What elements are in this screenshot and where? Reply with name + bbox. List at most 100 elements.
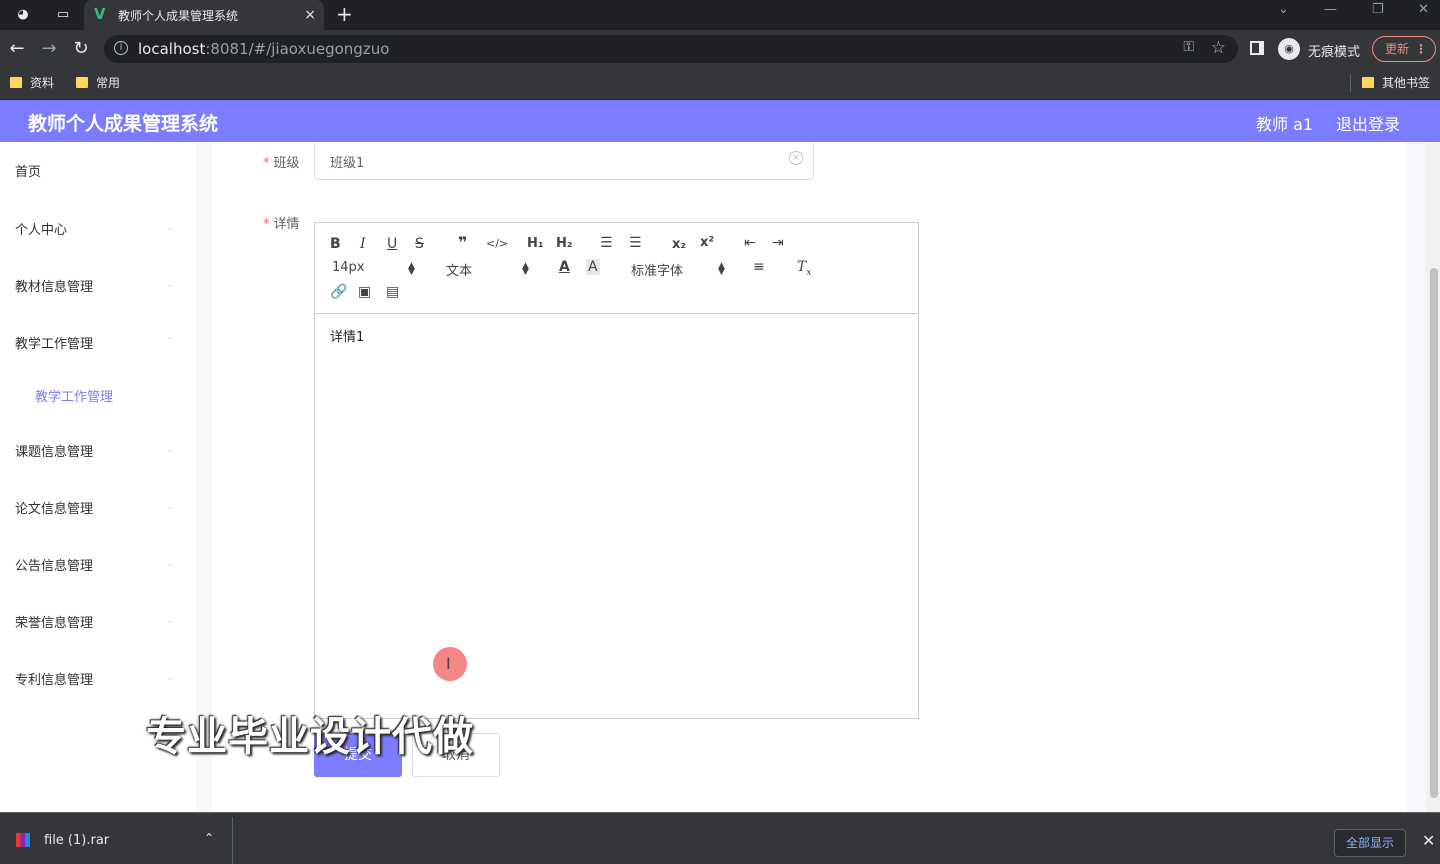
- rich-text-editor: B I U S ❞ </> H₁ H₂ ☰ ☰ x₂ x² ⇤ ⇥ 14px ▲…: [314, 222, 919, 719]
- select-caret-icon: ▲ ▼: [718, 261, 725, 277]
- update-label: 更新: [1385, 42, 1410, 56]
- editor-toolbar: B I U S ❞ </> H₁ H₂ ☰ ☰ x₂ x² ⇤ ⇥ 14px ▲…: [315, 223, 918, 314]
- select-caret-icon: ▲ ▼: [408, 261, 415, 277]
- folder-icon: [76, 77, 88, 88]
- vue-logo-icon: V: [94, 5, 106, 23]
- underline-icon[interactable]: U: [387, 236, 397, 252]
- text-color-icon[interactable]: A: [559, 259, 570, 275]
- chevron-down-icon: ⌄: [166, 279, 175, 290]
- forward-arrow-icon[interactable]: →: [38, 38, 60, 60]
- chevron-up-icon[interactable]: ⌃: [204, 831, 214, 845]
- download-file-name[interactable]: file (1).rar: [44, 833, 109, 848]
- new-tab-button[interactable]: +: [336, 3, 353, 25]
- back-arrow-icon[interactable]: ←: [6, 38, 28, 60]
- minimize-icon[interactable]: —: [1324, 2, 1337, 17]
- side-panel-icon[interactable]: [1250, 41, 1264, 55]
- tab-title: 教师个人成果管理系统: [118, 9, 239, 23]
- align-icon[interactable]: ≡: [753, 259, 765, 275]
- font-size-select[interactable]: 14px: [332, 260, 365, 275]
- bookmark-folder[interactable]: 常用: [76, 74, 120, 91]
- font-family-select[interactable]: 标准字体: [631, 260, 683, 279]
- folder-icon: [1362, 77, 1374, 88]
- bookmarks-bar: 资料 常用 其他书签: [0, 68, 1440, 100]
- user-name: 教师 a1: [1256, 115, 1314, 134]
- sidebar-item-project[interactable]: 课题信息管理: [15, 441, 93, 460]
- tab-search-icon[interactable]: ▭: [52, 5, 74, 25]
- indent-icon[interactable]: ⇥: [772, 235, 784, 251]
- text-cursor-icon: I: [446, 654, 451, 673]
- incognito-icon: ◉: [1278, 38, 1300, 60]
- clear-icon[interactable]: ×: [789, 151, 803, 165]
- blockquote-icon[interactable]: ❞: [458, 235, 467, 251]
- italic-icon[interactable]: I: [360, 236, 366, 252]
- chevron-up-icon: ⌃: [166, 336, 175, 347]
- chevron-down-icon: ⌄: [166, 672, 175, 683]
- tab-close-icon[interactable]: ×: [304, 6, 316, 24]
- class-input[interactable]: 班级1 ×: [314, 142, 814, 180]
- superscript-icon[interactable]: x²: [700, 235, 714, 251]
- bullet-list-icon[interactable]: ☰: [629, 235, 642, 251]
- sidebar-item-honor[interactable]: 荣誉信息管理: [15, 612, 93, 631]
- reload-icon[interactable]: ↻: [70, 38, 92, 60]
- chevron-down-icon: ⌄: [166, 501, 175, 512]
- subscript-icon[interactable]: x₂: [672, 237, 686, 253]
- close-icon[interactable]: ✕: [1422, 831, 1435, 850]
- mouse-cursor-indicator: I: [433, 647, 467, 681]
- heading-1-icon[interactable]: H₁: [527, 236, 544, 252]
- scrollbar-thumb[interactable]: [1430, 268, 1438, 798]
- outdent-icon[interactable]: ⇤: [744, 235, 756, 251]
- show-all-button[interactable]: 全部显示: [1334, 829, 1406, 857]
- sidebar-subitem-teaching[interactable]: 教学工作管理: [35, 386, 113, 405]
- sidebar-item-profile[interactable]: 个人中心: [15, 219, 67, 238]
- class-label: * 班级: [263, 156, 300, 171]
- password-key-icon[interactable]: ⚿: [1183, 39, 1194, 55]
- video-icon[interactable]: ▤: [386, 284, 399, 300]
- update-button[interactable]: 更新 ⋮: [1372, 36, 1436, 62]
- sidebar-item-textbook[interactable]: 教材信息管理: [15, 276, 93, 295]
- bookmark-folder[interactable]: 资料: [10, 74, 54, 91]
- browser-tab[interactable]: V 教师个人成果管理系统 ×: [84, 0, 324, 30]
- window-close-icon[interactable]: ✕: [1418, 2, 1429, 17]
- rar-file-icon: [16, 833, 30, 847]
- bookmarks-divider: [1350, 74, 1351, 92]
- background-color-icon[interactable]: A: [586, 259, 600, 275]
- strikethrough-icon[interactable]: S: [415, 236, 424, 252]
- block-type-select[interactable]: 文本: [446, 260, 472, 279]
- watermark-overlay: 专业毕业设计代做: [146, 714, 474, 760]
- sidebar-item-patent[interactable]: 专利信息管理: [15, 669, 93, 688]
- bookmark-star-icon[interactable]: ☆: [1211, 38, 1226, 58]
- select-caret-icon: ▲ ▼: [522, 261, 529, 277]
- sidebar-item-teaching[interactable]: 教学工作管理: [15, 333, 93, 352]
- folder-icon: [10, 77, 22, 88]
- app-title: 教师个人成果管理系统: [28, 113, 219, 135]
- sidebar-item-paper[interactable]: 论文信息管理: [15, 498, 93, 517]
- editor-content[interactable]: 详情1: [330, 326, 364, 345]
- clear-format-icon[interactable]: Tx: [797, 259, 811, 281]
- download-bar: file (1).rar ⌃ 全部显示 ✕: [0, 812, 1440, 864]
- chevron-down-icon: ⌄: [166, 558, 175, 569]
- image-icon[interactable]: ▣: [358, 284, 371, 300]
- restore-icon[interactable]: ❐: [1372, 2, 1384, 17]
- app-header: 教师个人成果管理系统 教师 a1 退出登录: [0, 100, 1440, 142]
- browser-menu-icon[interactable]: ◕: [12, 5, 34, 25]
- class-input-value[interactable]: 班级1: [330, 152, 364, 171]
- ordered-list-icon[interactable]: ☰: [600, 235, 613, 251]
- code-block-icon[interactable]: </>: [486, 236, 508, 252]
- bold-icon[interactable]: B: [330, 236, 341, 252]
- url-text[interactable]: localhost:8081/#/jiaoxuegongzuo: [138, 40, 389, 58]
- site-info-icon[interactable]: i: [114, 41, 128, 55]
- browser-tab-strip: ◕ ▭ V 教师个人成果管理系统 × + ⌄ — ❐ ✕: [0, 0, 1440, 30]
- sidebar-item-notice[interactable]: 公告信息管理: [15, 555, 93, 574]
- other-bookmarks[interactable]: 其他书签: [1362, 74, 1430, 91]
- kebab-menu-icon: ⋮: [1415, 42, 1427, 56]
- sidebar-item-home[interactable]: 首页: [15, 161, 41, 180]
- chevron-down-icon: ⌄: [166, 615, 175, 626]
- heading-2-icon[interactable]: H₂: [556, 236, 573, 252]
- address-bar[interactable]: i localhost:8081/#/jiaoxuegongzuo ⚿ ☆: [104, 35, 1238, 63]
- detail-label: * 详情: [263, 217, 300, 232]
- logout-link[interactable]: 退出登录: [1336, 111, 1400, 135]
- tab-list-chevron-icon[interactable]: ⌄: [1278, 2, 1289, 17]
- link-icon[interactable]: 🔗: [330, 284, 347, 300]
- browser-toolbar: ← → ↻ i localhost:8081/#/jiaoxuegongzuo …: [0, 30, 1440, 68]
- incognito-label: 无痕模式: [1308, 45, 1361, 60]
